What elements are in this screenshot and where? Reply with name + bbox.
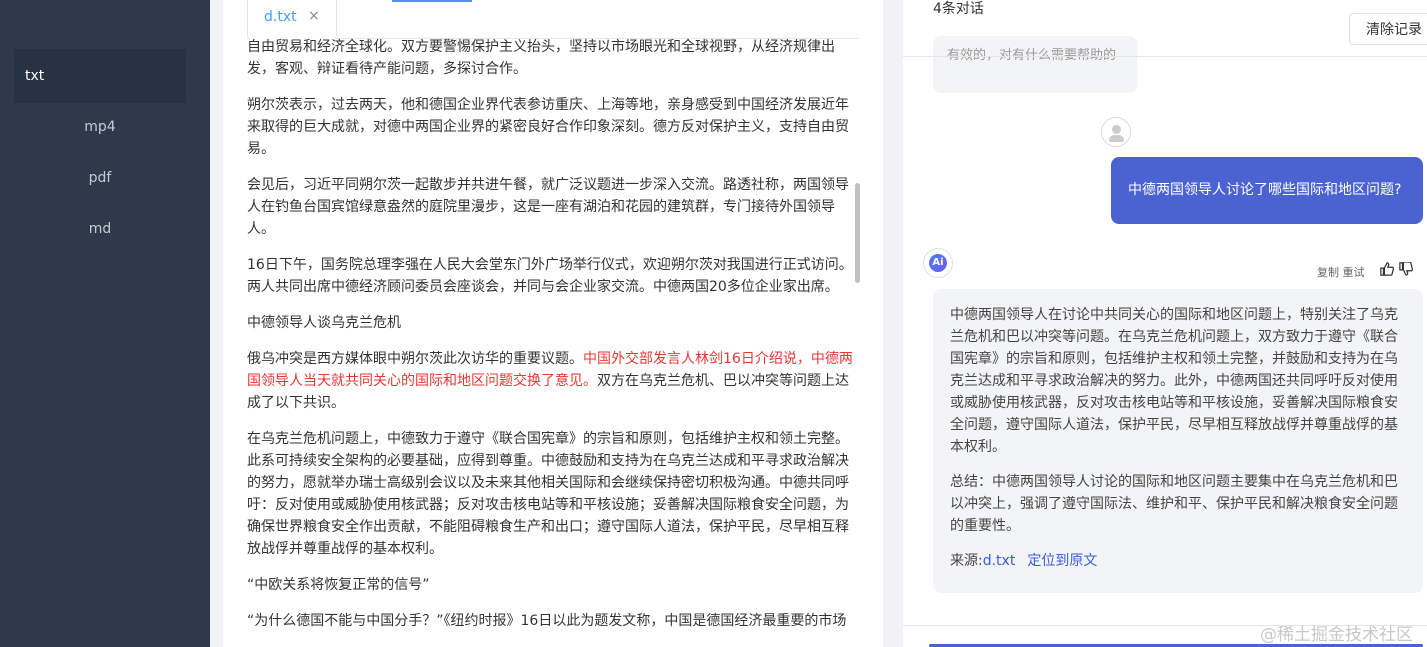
ai-avatar-icon: Ai [923,248,953,278]
sidebar-item-md[interactable]: md [14,202,186,256]
tab-d-txt[interactable]: d.txt × [247,0,337,39]
divider [903,56,1427,57]
sidebar-item-mp4[interactable]: mp4 [14,100,186,154]
thumb-down-icon[interactable] [1399,261,1414,280]
sidebar-item-txt[interactable]: txt [14,49,186,103]
tab-indicator [392,0,472,2]
chat-panel: 有效的，对有什么需要帮助的 4条对话 清除记录 中德两国领导人讨论了哪些国际和地… [903,0,1427,647]
user-message-bubble: 中德两国领导人讨论了哪些国际和地区问题? [1111,157,1423,224]
doc-subheading: 中德领导人谈乌克兰危机 [247,315,401,331]
thumb-up-icon[interactable] [1380,262,1395,280]
document-tab-bar: d.txt × [247,0,859,39]
copy-retry-actions[interactable]: 复制 重试 [1317,264,1365,280]
doc-paragraph: 会见后，习近平同朔尔茨一起散步并共进午餐，就广泛议题进一步深入交流。路透社称，两… [247,177,849,237]
avatar-head [1112,125,1121,134]
source-file-link[interactable]: d.txt [983,553,1016,569]
scrollbar-thumb[interactable] [855,183,860,283]
doc-paragraph: 在乌克兰危机问题上，中德致力于遵守《联合国宪章》的宗旨和原则，包括维护主权和领土… [247,431,849,557]
doc-paragraph: 16日下午，国务院总理李强在人民大会堂东门外广场举行仪式，欢迎朔尔茨对我国进行正… [247,257,853,295]
previous-message-text: 有效的，对有什么需要帮助的 [947,48,1117,63]
tab-label[interactable]: d.txt [264,9,297,25]
sidebar: txt mp4 pdf md [0,0,210,647]
document-content: 自由贸易和经济全球化。双方要警惕保护主义抬头，坚持以市场眼光和全球视野，从经济规… [247,39,853,646]
avatar-shoulders [1109,135,1124,142]
conversation-count: 4条对话 [933,1,984,17]
doc-paragraph-highlighted: 俄乌冲突是西方媒体眼中朔尔茨此次访华的重要议题。中国外交部发言人林剑16日介绍说… [247,348,853,414]
sidebar-item-pdf[interactable]: pdf [14,151,186,205]
document-panel: d.txt × 自由贸易和经济全球化。双方要警惕保护主义抬头，坚持以市场眼光和全… [223,0,883,647]
previous-message-bubble: 有效的，对有什么需要帮助的 [933,36,1137,93]
doc-paragraph: 朔尔茨表示，过去两天，他和德国企业界代表参访重庆、上海等地，亲身感受到中国经济发… [247,97,849,157]
clear-history-button[interactable]: 清除记录 [1349,13,1427,45]
answer-summary: 总结：中德两国领导人讨论的国际和地区问题主要集中在乌克兰危机和巴以冲突上，强调了… [950,474,1398,534]
ai-answer-bubble: 中德两国领导人在讨论中共同关心的国际和地区问题上，特别关注了乌克兰危机和巴以冲突… [933,289,1423,593]
doc-text: 俄乌冲突是西方媒体眼中朔尔茨此次访华的重要议题。 [247,351,583,367]
locate-original-link[interactable]: 定位到原文 [1027,553,1097,569]
doc-subheading: “中欧关系将恢复正常的信号” [247,577,430,593]
answer-paragraph: 中德两国领导人在讨论中共同关心的国际和地区问题上，特别关注了乌克兰危机和巴以冲突… [950,307,1398,455]
doc-paragraph: 自由贸易和经济全球化。双方要警惕保护主义抬头，坚持以市场眼光和全球视野，从经济规… [247,39,835,77]
watermark: @稀土掘金技术社区 [1260,625,1413,645]
doc-paragraph: “为什么德国不能与中国分手？”《纽约时报》16日以此为题发文称，中国是德国经济最… [247,613,847,629]
user-avatar-icon [1101,117,1131,147]
close-icon[interactable]: × [308,8,320,24]
ai-logo: Ai [929,254,947,272]
source-label: 来源: [950,553,983,569]
answer-source: 来源:d.txt 定位到原文 [950,550,1406,572]
